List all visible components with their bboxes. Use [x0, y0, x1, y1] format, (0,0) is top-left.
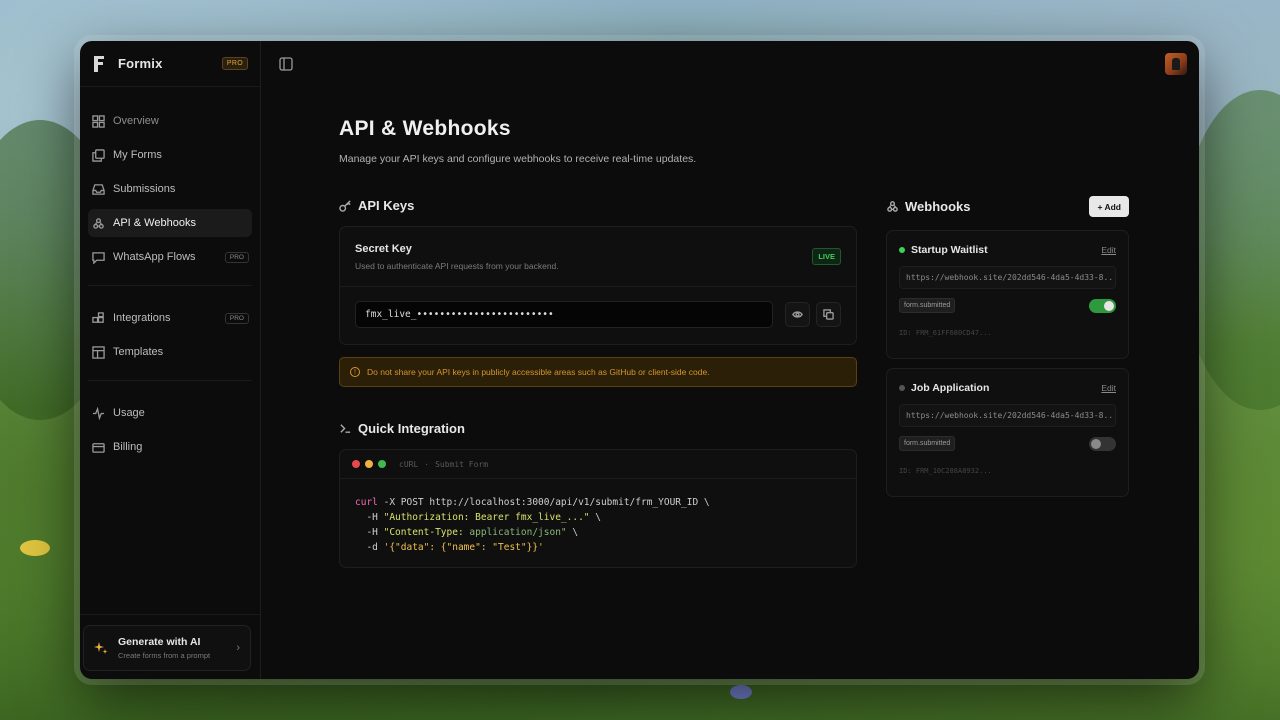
app-window: Formix PRO Overview My Forms Submissions… [80, 41, 1199, 679]
generate-subtitle: Create forms from a prompt [118, 651, 211, 660]
webhook-card: Job Application Edit https://webhook.sit… [886, 368, 1129, 497]
main-content: API & Webhooks Manage your API keys and … [261, 41, 1199, 679]
secret-key-title: Secret Key [355, 243, 412, 255]
status-dot-active [899, 247, 905, 253]
webhook-name: Job Application [911, 382, 990, 394]
api-keys-heading: API Keys [339, 198, 857, 213]
sidebar-item-label: Usage [113, 407, 145, 419]
secret-key-description: Used to authenticate API requests from y… [355, 261, 559, 271]
code-snippet-header: cURL · Submit Form [340, 450, 856, 479]
warning-text: Do not share your API keys in publicly a… [367, 367, 710, 377]
sidebar-item-label: Overview [113, 115, 159, 127]
code-lang: cURL [399, 459, 419, 469]
sidebar-item-usage[interactable]: Usage [88, 399, 252, 427]
webhook-toggle[interactable] [1089, 298, 1116, 313]
webhook-icon [91, 216, 105, 230]
sidebar-toggle-icon[interactable] [279, 57, 293, 71]
pro-tag: PRO [224, 251, 249, 263]
sidebar-item-integrations[interactable]: Integrations PRO [88, 304, 252, 332]
code-label: Submit Form [435, 459, 489, 469]
pro-tag: PRO [224, 312, 249, 324]
blocks-icon [91, 311, 105, 325]
window-dot-yellow [365, 460, 373, 468]
event-badge: form.submitted [899, 436, 956, 451]
webhook-name: Startup Waitlist [911, 244, 988, 256]
background-flower [730, 685, 752, 699]
sidebar-item-label: Integrations [113, 312, 171, 324]
webhook-id: ID: FRM_10C288A8932... [899, 467, 992, 475]
sidebar-item-whatsapp-flows[interactable]: WhatsApp Flows PRO [88, 243, 252, 271]
user-avatar[interactable] [1165, 53, 1187, 75]
generate-title: Generate with AI [118, 636, 201, 648]
generate-with-ai-button[interactable]: Generate with AI Create forms from a pro… [83, 625, 251, 671]
sidebar-divider [80, 614, 260, 615]
copy-key-button[interactable] [816, 302, 841, 327]
brand-name: Formix [118, 56, 163, 71]
sidebar-item-label: Billing [113, 441, 143, 453]
sparkles-icon [94, 642, 108, 654]
card-icon [91, 440, 105, 454]
copy-icon [91, 148, 105, 162]
eye-icon [792, 311, 804, 318]
reveal-key-button[interactable] [785, 302, 811, 327]
sidebar-item-my-forms[interactable]: My Forms [88, 141, 252, 169]
sidebar-item-label: WhatsApp Flows [113, 251, 196, 263]
window-dot-red [352, 460, 360, 468]
key-icon [339, 200, 351, 212]
secret-key-field[interactable]: fmx_live_•••••••••••••••••••••••• [355, 301, 774, 328]
info-icon: ! [350, 367, 360, 377]
edit-webhook-link[interactable]: Edit [1101, 383, 1116, 393]
copy-icon [823, 309, 834, 320]
webhook-icon [887, 201, 898, 212]
chevron-right-icon: › [236, 642, 240, 654]
webhook-url: https://webhook.site/202dd546-4da5-4d33-… [899, 404, 1116, 427]
sidebar-item-api-webhooks[interactable]: API & Webhooks [88, 209, 252, 237]
quick-integration-heading: Quick Integration [339, 421, 857, 436]
sidebar-item-label: API & Webhooks [113, 217, 196, 229]
message-icon [91, 250, 105, 264]
formix-logo-icon [94, 55, 104, 72]
add-webhook-button[interactable]: + Add [1089, 196, 1129, 217]
live-badge: LIVE [812, 248, 841, 265]
sidebar-item-billing[interactable]: Billing [88, 433, 252, 461]
window-dot-green [378, 460, 386, 468]
status-dot-inactive [899, 385, 905, 391]
sidebar-item-templates[interactable]: Templates [88, 338, 252, 366]
page-title: API & Webhooks [339, 117, 511, 140]
security-warning: ! Do not share your API keys in publicly… [339, 357, 857, 387]
page-subtitle: Manage your API keys and configure webho… [339, 153, 697, 165]
terminal-icon [340, 424, 351, 433]
sidebar-item-label: Submissions [113, 183, 176, 195]
brand[interactable]: Formix PRO [80, 41, 260, 87]
activity-icon [91, 406, 105, 420]
webhook-id: ID: FRM_61FF680CD47... [899, 329, 992, 337]
sidebar-item-submissions[interactable]: Submissions [88, 175, 252, 203]
edit-webhook-link[interactable]: Edit [1101, 245, 1116, 255]
code-snippet-card: cURL · Submit Form curl -X POST http://loc… [339, 449, 857, 568]
sidebar-item-label: My Forms [113, 149, 162, 161]
background-flower [20, 540, 50, 556]
code-block[interactable]: curl -X POST http://localhost:3000/api/v… [340, 479, 856, 571]
webhook-card: Startup Waitlist Edit https://webhook.si… [886, 230, 1129, 359]
sidebar-nav: Overview My Forms Submissions API & Webh… [80, 87, 260, 467]
nav-divider [88, 285, 252, 286]
webhooks-heading: Webhooks [886, 199, 971, 214]
webhook-toggle[interactable] [1089, 436, 1116, 451]
api-keys-section: API Keys Secret Key Used to authenticate… [339, 198, 857, 568]
webhooks-section: Webhooks + Add Startup Waitlist Edit htt… [886, 196, 1129, 497]
topbar [261, 41, 1199, 87]
secret-key-card: Secret Key Used to authenticate API requ… [339, 226, 857, 345]
sidebar: Formix PRO Overview My Forms Submissions… [80, 41, 261, 679]
pro-badge: PRO [221, 57, 248, 70]
sidebar-item-label: Templates [113, 346, 164, 358]
layout-icon [91, 345, 105, 359]
inbox-icon [91, 182, 105, 196]
event-badge: form.submitted [899, 298, 956, 313]
page-content: API & Webhooks Manage your API keys and … [339, 117, 1139, 568]
nav-divider [88, 380, 252, 381]
grid-icon [91, 114, 105, 128]
webhook-url: https://webhook.site/202dd546-4da5-4d33-… [899, 266, 1116, 289]
sidebar-item-overview[interactable]: Overview [88, 107, 252, 135]
